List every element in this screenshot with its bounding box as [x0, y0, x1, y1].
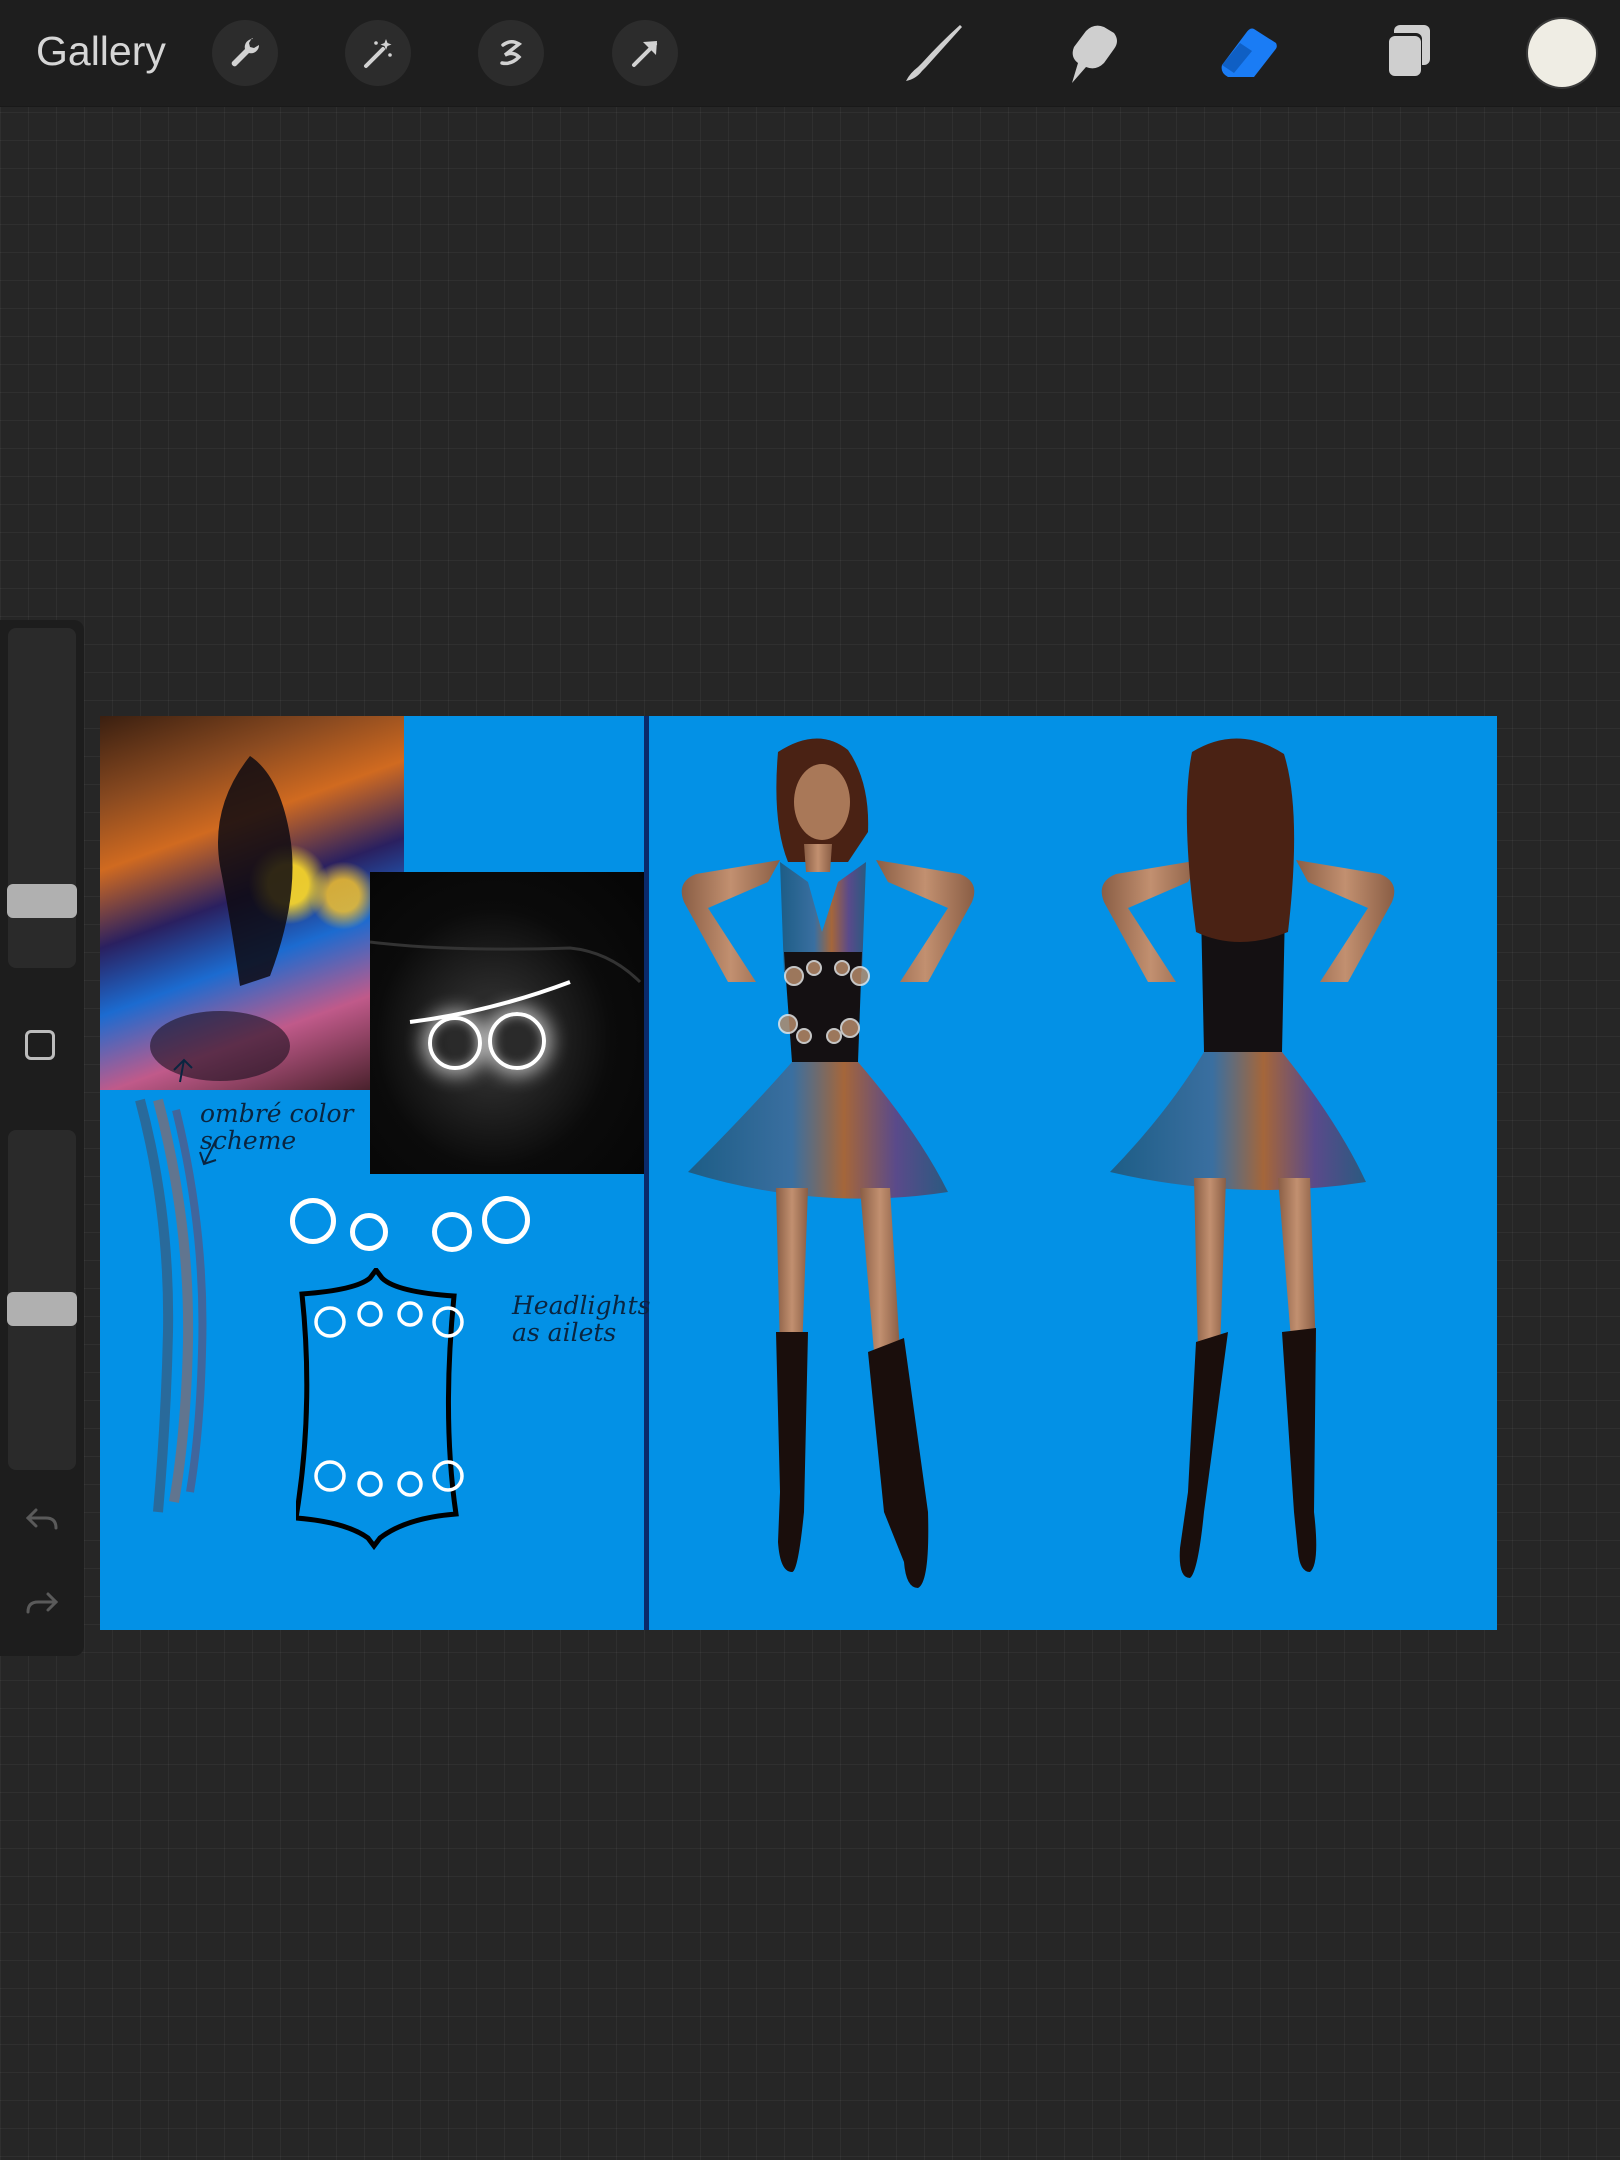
eyelet-circle — [350, 1213, 388, 1251]
layers-button[interactable] — [1370, 20, 1442, 86]
selection-icon — [500, 40, 523, 66]
brush-size-thumb[interactable] — [7, 884, 77, 918]
magic-wand-icon — [364, 39, 392, 68]
smudge-icon — [1072, 25, 1117, 84]
modify-button[interactable] — [25, 1030, 55, 1060]
eyelet-circle — [482, 1196, 530, 1244]
eyelet-panel-sketch — [296, 1268, 464, 1551]
gallery-button[interactable]: Gallery — [36, 28, 166, 75]
sidebar — [0, 620, 84, 1656]
headlights-annotation: Headlights as ailets — [512, 1291, 651, 1347]
transform-arrow-icon — [632, 41, 657, 67]
eyelet-circle — [290, 1198, 336, 1244]
eraser-tool-button[interactable] — [1212, 20, 1284, 86]
undo-icon[interactable] — [22, 1498, 62, 1538]
brush-icon — [906, 25, 962, 81]
headlight-ring-right — [488, 1012, 546, 1070]
top-toolbar: Gallery — [0, 0, 1620, 107]
annotation-arrows — [173, 1058, 217, 1166]
redo-icon[interactable] — [22, 1582, 62, 1622]
opacity-thumb[interactable] — [7, 1292, 77, 1326]
opacity-slider[interactable] — [7, 1130, 77, 1470]
headlight-photo — [370, 872, 644, 1174]
headlight-ring-left — [428, 1016, 482, 1070]
color-picker-button[interactable] — [1528, 19, 1596, 87]
artwork-canvas[interactable]: ombré color scheme Headlights as ailets — [100, 716, 1497, 1630]
wrench-icon — [231, 38, 260, 67]
selection-button[interactable] — [478, 20, 544, 86]
actions-button[interactable] — [212, 20, 278, 86]
eraser-icon — [1221, 28, 1277, 77]
eyelet-circle — [432, 1212, 472, 1252]
back-view-figure — [1101, 738, 1395, 1578]
adjustments-button[interactable] — [345, 20, 411, 86]
brush-size-slider[interactable] — [7, 628, 77, 968]
transform-button[interactable] — [612, 20, 678, 86]
layers-icon — [1386, 25, 1430, 76]
brush-tool-button[interactable] — [898, 20, 970, 86]
canvas-divider — [644, 716, 649, 1630]
smudge-tool-button[interactable] — [1054, 20, 1126, 86]
front-view-figure — [681, 738, 975, 1588]
motorcycle-photo — [100, 716, 404, 1090]
